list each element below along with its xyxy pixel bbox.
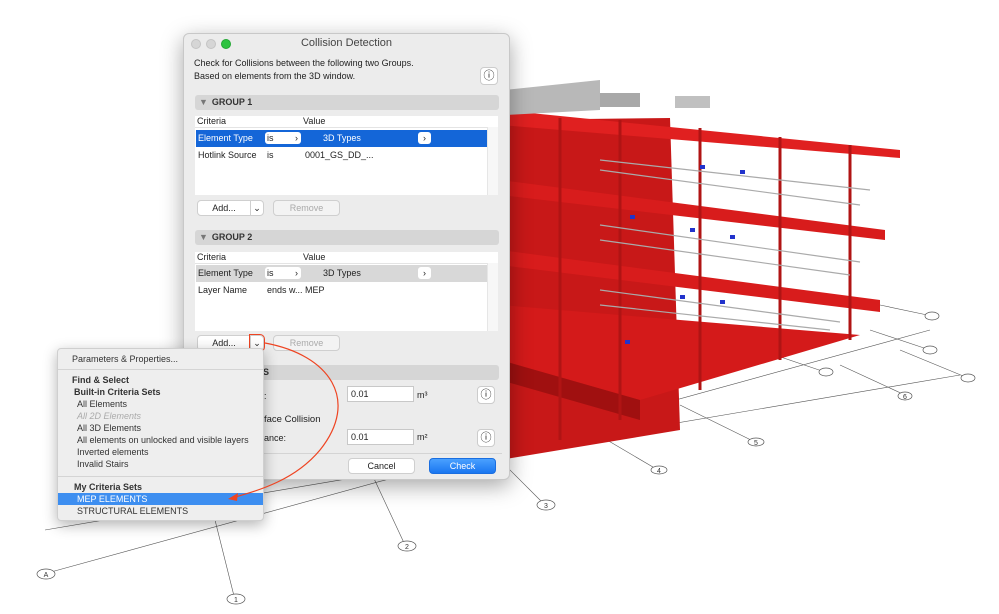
menu-item-all-3d-elements[interactable]: All 3D Elements (77, 422, 282, 434)
operator-cell: is (267, 150, 274, 160)
table-header: Criteria Value (195, 116, 498, 128)
operator-cell: ends w... (267, 285, 303, 295)
grid-label-5: 5 (754, 440, 758, 447)
value-cell: 3D Types (323, 133, 361, 143)
value-cell: MEP (305, 285, 325, 295)
menu-item-unlocked-visible-layers[interactable]: All elements on unlocked and visible lay… (77, 434, 282, 446)
criteria-cell: Hotlink Source (198, 150, 257, 160)
menu-item-all-elements[interactable]: All Elements (77, 398, 282, 410)
add-button[interactable]: Add... (197, 200, 251, 216)
surface-tolerance-input[interactable]: 0.01 (347, 429, 414, 445)
chevron-right-icon[interactable]: › (418, 267, 431, 279)
menu-item-all-2d-elements: All 2D Elements (77, 411, 142, 421)
menu-heading-find-select: Find & Select (72, 375, 130, 385)
column-criteria: Criteria (197, 116, 227, 126)
scrollbar[interactable] (487, 127, 498, 195)
grid-label-1: 1 (234, 597, 238, 604)
remove-button[interactable]: Remove (273, 335, 340, 351)
volume-tolerance-input[interactable]: 0.01 (347, 386, 414, 402)
table-row[interactable]: Element Type is › 3D Types › (196, 130, 487, 147)
close-window-button[interactable] (191, 39, 201, 49)
value-cell: 0001_GS_DD_... (305, 150, 374, 160)
volume-unit: m³ (417, 390, 428, 400)
group2-header[interactable]: ▼ GROUP 2 (195, 230, 499, 245)
intro-text-line2: Based on elements from the 3D window. (194, 71, 356, 81)
column-criteria: Criteria (197, 252, 227, 262)
column-value: Value (303, 252, 326, 262)
menu-separator (58, 369, 263, 370)
grid-label-3: 3 (544, 503, 548, 510)
menu-item-mep-elements[interactable]: MEP ELEMENTS (58, 493, 263, 505)
scrollbar[interactable] (487, 263, 498, 331)
menu-item-parameters-properties[interactable]: Parameters & Properties... (72, 353, 277, 365)
grid-label-4: 4 (657, 468, 661, 475)
info-icon[interactable]: ⓘ (477, 386, 495, 404)
group2-criteria-table: Criteria Value Element Type is › 3D Types… (195, 252, 498, 331)
table-row[interactable]: Layer Name ends w... MEP (196, 282, 487, 299)
minimize-window-button[interactable] (206, 39, 216, 49)
criteria-cell: Element Type (198, 268, 253, 278)
chevron-right-icon[interactable]: › (418, 132, 431, 144)
table-row[interactable]: Element Type is › 3D Types › (196, 265, 487, 282)
disclosure-triangle-icon: ▼ (199, 232, 208, 242)
grid-bubble (924, 311, 940, 321)
group2-title: GROUP 2 (211, 232, 253, 242)
value-cell: 3D Types (323, 268, 361, 278)
info-icon[interactable]: ⓘ (480, 67, 498, 85)
grid-bubble (818, 367, 834, 377)
menu-item-inverted-elements[interactable]: Inverted elements (77, 446, 282, 458)
menu-separator (58, 476, 263, 477)
group1-criteria-table: Criteria Value Element Type is › 3D Types… (195, 116, 498, 195)
column-value: Value (303, 116, 326, 126)
zoom-window-button[interactable] (221, 39, 231, 49)
add-criteria-menu: Parameters & Properties... Find & Select… (57, 348, 264, 521)
dialog-title: Collision Detection (300, 37, 393, 49)
grid-label-6: 6 (903, 394, 907, 401)
menu-item-invalid-stairs[interactable]: Invalid Stairs (77, 458, 282, 470)
operator-select[interactable]: is › (265, 267, 301, 279)
menu-item-structural-elements[interactable]: STRUCTURAL ELEMENTS (77, 505, 282, 517)
info-icon[interactable]: ⓘ (477, 429, 495, 447)
grid-bubble (922, 345, 938, 355)
menu-heading-built-in: Built-in Criteria Sets (74, 387, 161, 397)
disclosure-triangle-icon: ▼ (199, 97, 208, 107)
group1-header[interactable]: ▼ GROUP 1 (195, 95, 499, 110)
add-dropdown-chevron-down-icon[interactable]: ⌄ (250, 200, 264, 216)
criteria-cell: Element Type (198, 133, 253, 143)
group1-title: GROUP 1 (211, 97, 253, 107)
table-row[interactable]: Hotlink Source is 0001_GS_DD_... (196, 147, 487, 164)
grid-bubble (960, 373, 976, 383)
criteria-cell: Layer Name (198, 285, 248, 295)
grid-label-a: A (44, 572, 49, 579)
intro-text-line1: Check for Collisions between the followi… (194, 58, 414, 68)
grid-label-2: 2 (405, 544, 409, 551)
building-structure (500, 80, 900, 460)
remove-button[interactable]: Remove (273, 200, 340, 216)
table-header: Criteria Value (195, 252, 498, 264)
check-button[interactable]: Check (429, 458, 496, 474)
surface-unit: m² (417, 432, 428, 442)
operator-select[interactable]: is › (265, 132, 301, 144)
cancel-button[interactable]: Cancel (348, 458, 415, 474)
menu-heading-my-criteria-sets: My Criteria Sets (74, 482, 143, 492)
